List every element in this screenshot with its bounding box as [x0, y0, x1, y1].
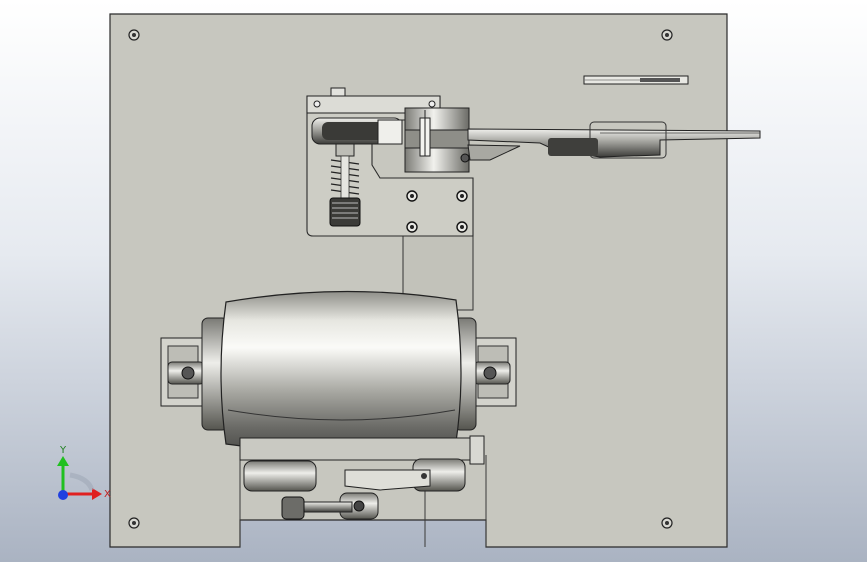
coordinate-triad: Y X	[57, 445, 111, 500]
z-axis-dot-icon	[58, 490, 68, 500]
y-axis-arrow-icon	[57, 456, 69, 494]
x-axis-label: X	[104, 489, 111, 500]
screw-top-right	[661, 29, 673, 41]
screw-top-left	[128, 29, 140, 41]
x-axis-arrow-icon	[63, 488, 102, 500]
rotation-arc-icon	[69, 472, 95, 491]
motor-drum[interactable]	[220, 290, 462, 453]
screw-bottom-right	[661, 517, 673, 529]
clamp-block[interactable]	[404, 107, 470, 173]
model-view[interactable]: Y X	[0, 0, 867, 562]
y-axis-label: Y	[59, 445, 67, 456]
pulley-wheel[interactable]	[311, 117, 403, 145]
tab-bracket[interactable]	[583, 75, 689, 85]
screw-bottom-left	[128, 517, 140, 529]
cad-viewport[interactable]: Y X	[0, 0, 867, 562]
